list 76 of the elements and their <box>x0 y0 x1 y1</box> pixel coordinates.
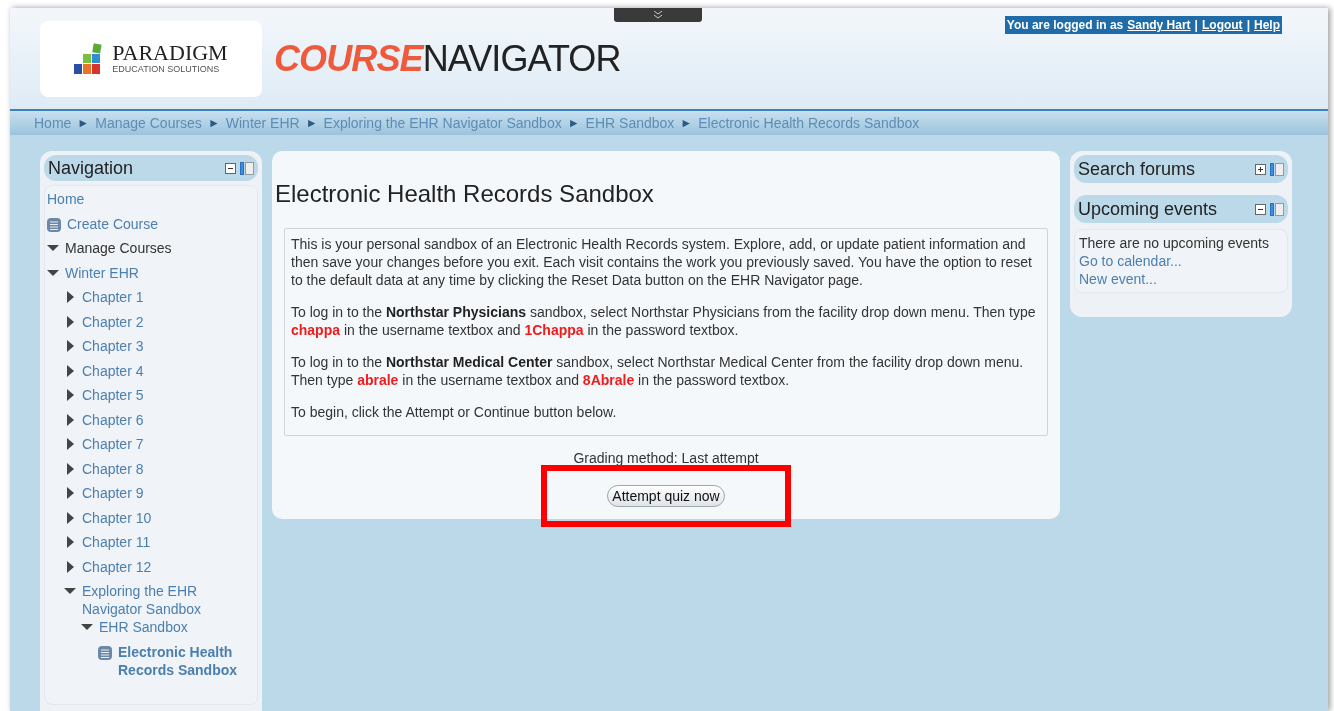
logout-link[interactable]: Logout <box>1201 16 1243 34</box>
breadcrumb-link[interactable]: Electronic Health Records Sandbox <box>698 112 920 134</box>
nav-item[interactable]: Chapter 4 <box>82 361 144 380</box>
grading-method-text: Grading method: Last attempt <box>572 449 760 468</box>
nav-item[interactable]: Chapter 3 <box>82 337 144 355</box>
expanded-arrow-icon[interactable] <box>47 242 59 254</box>
intro-paragraph: This is your personal sandbox of an Electronic Health Records system. Explore, add, or update patient information and then save your changes before you exit. Each visit contains the work you previously saved. You have the option to reset to the default data at any time by clicking the Reset Data button on the EHR Navigator page. <box>291 235 1033 289</box>
breadcrumb-link[interactable]: Winter EHR <box>225 112 300 134</box>
expanded-arrow-icon[interactable] <box>64 585 76 597</box>
logo-name: PARADIGM <box>112 42 228 65</box>
user-link[interactable]: Sandy Hart <box>1127 16 1191 34</box>
nav-item[interactable]: Chapter 11 <box>82 533 151 551</box>
nav-item[interactable]: Exploring the EHR Navigator Sandbox <box>82 582 257 618</box>
dock-icon[interactable] <box>1270 202 1284 216</box>
collapsed-arrow-icon[interactable] <box>64 291 76 303</box>
separator-text: | <box>1246 17 1250 34</box>
document-icon <box>98 645 112 660</box>
nav-item[interactable]: Home <box>47 190 85 208</box>
no-events-text: There are no upcoming events <box>1079 234 1269 252</box>
nav-item[interactable]: Electronic Health Records Sandbox <box>118 642 257 679</box>
breadcrumb-separator: ► <box>305 115 318 133</box>
nav-item[interactable]: Chapter 8 <box>82 459 144 478</box>
collapse-icon[interactable] <box>1255 203 1266 215</box>
block-title: Upcoming events <box>1078 197 1218 221</box>
block-title: Navigation <box>48 156 134 180</box>
nav-item[interactable]: Manage Courses <box>65 239 172 257</box>
nav-item[interactable]: Chapter 5 <box>82 386 144 404</box>
collapsed-arrow-icon[interactable] <box>64 487 76 499</box>
logo-tagline: EDUCATION SOLUTIONS <box>112 64 221 76</box>
breadcrumb-separator: ► <box>680 115 693 133</box>
intro-paragraph: To log in to the Northstar Medical Center sandbox, select Northstar Medical Center from the facility drop down menu. Then type abrale in the username textbox and 8Abrale in the password textbox. <box>291 353 1025 389</box>
double-chevron-icon <box>653 11 663 19</box>
nav-item[interactable]: Create Course <box>67 214 159 233</box>
nav-item[interactable]: Chapter 7 <box>82 435 144 453</box>
login-text: You are logged in as <box>1006 17 1124 34</box>
nav-item[interactable]: Chapter 1 <box>82 288 144 306</box>
nav-item[interactable]: Chapter 9 <box>82 484 144 502</box>
site-title: COURSE <box>274 36 423 81</box>
help-link[interactable]: Help <box>1254 16 1280 34</box>
intro-paragraph: To begin, click the Attempt or Continue button below. <box>291 403 618 421</box>
nav-item[interactable]: Chapter 10 <box>82 508 152 527</box>
attempt-quiz-button[interactable]: Attempt quiz now <box>607 485 725 507</box>
nav-item[interactable]: Winter EHR <box>65 263 139 282</box>
collapse-icon[interactable] <box>225 162 236 174</box>
collapsed-arrow-icon[interactable] <box>64 438 76 450</box>
collapsed-arrow-icon[interactable] <box>64 560 76 573</box>
collapsed-arrow-icon[interactable] <box>64 462 76 475</box>
breadcrumb-link[interactable]: Exploring the EHR Navigator Sandbox <box>323 112 562 134</box>
expand-icon[interactable] <box>1255 163 1266 175</box>
intro-paragraph: To log in to the Northstar Physicians sandbox, select Northstar Physicians from the facility drop down menu. Then type chappa in the username textbox and 1Chappa in the password textbox. <box>291 303 1037 339</box>
event-link[interactable]: New event... <box>1079 270 1157 288</box>
page-title: Electronic Health Records Sandbox <box>275 179 655 209</box>
breadcrumb-link[interactable]: Manage Courses <box>95 112 202 134</box>
collapsed-arrow-icon[interactable] <box>64 340 76 352</box>
collapsed-arrow-icon[interactable] <box>64 511 76 524</box>
collapsed-arrow-icon[interactable] <box>64 315 76 328</box>
collapsed-arrow-icon[interactable] <box>64 389 76 401</box>
dock-icon[interactable] <box>1270 162 1284 176</box>
nav-item[interactable]: Chapter 6 <box>82 410 144 429</box>
nav-item[interactable]: Chapter 12 <box>82 557 152 576</box>
block-title: Search forums <box>1078 157 1196 181</box>
expanded-arrow-icon[interactable] <box>81 621 93 633</box>
document-icon <box>47 217 61 232</box>
collapsed-arrow-icon[interactable] <box>64 413 76 426</box>
collapsed-arrow-icon[interactable] <box>64 536 76 548</box>
nav-item[interactable]: EHR Sandbox <box>99 618 188 636</box>
breadcrumb-link[interactable]: Home <box>34 112 72 134</box>
breadcrumb-link[interactable]: EHR Sandbox <box>585 112 675 134</box>
collapsed-arrow-icon[interactable] <box>64 364 76 377</box>
breadcrumb-separator: ► <box>567 115 580 133</box>
breadcrumb-separator: ► <box>207 115 220 133</box>
breadcrumb-separator: ► <box>77 115 90 133</box>
separator-text: | <box>1194 17 1198 34</box>
event-link[interactable]: Go to calendar... <box>1079 252 1182 270</box>
nav-item[interactable]: Chapter 2 <box>82 312 144 331</box>
dock-icon[interactable] <box>240 161 254 175</box>
